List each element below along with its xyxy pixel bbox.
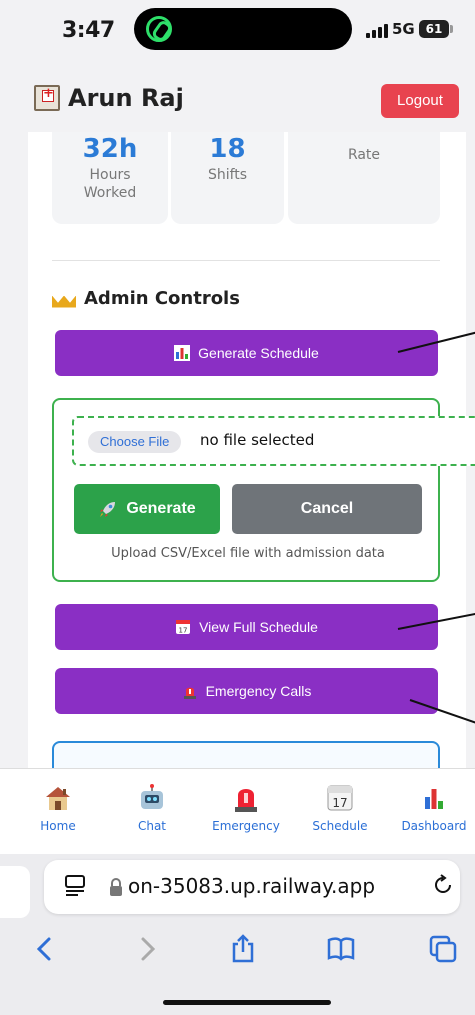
rocket-icon (100, 502, 116, 517)
brand: Arun Raj (34, 84, 184, 112)
choose-file-button[interactable]: Choose File (88, 431, 182, 453)
status-bar: 3:47 5G 61 (0, 0, 475, 62)
divider (52, 260, 440, 261)
tab-schedule[interactable]: 17 Schedule (300, 783, 380, 833)
tab-dashboard-label: Dashboard (401, 819, 467, 833)
reader-icon[interactable] (64, 874, 86, 896)
cancel-button[interactable]: Cancel (232, 484, 422, 534)
next-section-card (52, 741, 440, 768)
view-full-schedule-button[interactable]: 17 View Full Schedule (55, 604, 438, 650)
crown-icon (52, 290, 76, 308)
stat-rate-label: Rate (347, 147, 381, 163)
stat-hours-worked: 32h Hours Worked (52, 132, 168, 224)
calendar-day: 17 (179, 627, 188, 635)
bar-chart-icon (174, 345, 191, 361)
emergency-calls-label: Emergency Calls (205, 683, 312, 699)
stat-hours-label-2: Worked (83, 185, 137, 201)
reload-icon[interactable] (432, 874, 454, 896)
tab-chat-label: Chat (137, 819, 167, 833)
upload-hint: Upload CSV/Excel file with admission dat… (111, 546, 385, 561)
dashboard-card: 32h Hours Worked 18 Shifts Rate Admin Co… (28, 132, 475, 768)
upload-panel: Choose File no file selected Generate Ca… (52, 398, 475, 582)
generate-schedule-label: Generate Schedule (198, 345, 319, 361)
tab-emergency[interactable]: Emergency (206, 783, 286, 833)
file-drop-zone[interactable]: Choose File no file selected (72, 416, 475, 466)
tab-dashboard[interactable]: Dashboard (394, 783, 474, 833)
stat-rate: Rate (288, 132, 440, 224)
tab-chat[interactable]: Chat (112, 783, 192, 833)
bookmarks-icon[interactable] (326, 934, 356, 964)
view-full-schedule-label: View Full Schedule (199, 619, 318, 635)
dynamic-island (134, 8, 352, 50)
tab-home-label: Home (40, 819, 76, 833)
stat-hours-label-1: Hours (89, 167, 131, 183)
url-text: on-35083.up.railway.app (128, 874, 376, 898)
generate-label: Generate (126, 500, 196, 517)
user-name: Arun Raj (68, 84, 184, 112)
network-type: 5G (392, 20, 415, 38)
signal-icon (366, 24, 388, 38)
calendar-icon: 17 (176, 620, 191, 635)
bottom-tab-bar: Home Chat Emergency 17 Schedule Dashboar… (0, 768, 475, 854)
app-header: Arun Raj Logout (0, 62, 475, 132)
address-bar[interactable]: on-35083.up.railway.app (44, 860, 460, 914)
siren-icon (183, 687, 196, 699)
main-content[interactable]: 32h Hours Worked 18 Shifts Rate Admin Co… (0, 132, 475, 768)
tab-home[interactable]: Home (18, 783, 98, 833)
admin-controls-label: Admin Controls (84, 288, 240, 309)
stat-hours-value: 32h (82, 134, 138, 164)
generate-schedule-button[interactable]: Generate Schedule (55, 330, 438, 376)
back-icon[interactable] (30, 934, 60, 964)
siren-icon (235, 789, 257, 812)
house-icon (46, 787, 70, 810)
admin-controls-title: Admin Controls (52, 288, 240, 309)
app-activity-icon (146, 16, 172, 42)
generate-button[interactable]: Generate (74, 484, 220, 534)
battery-icon: 61 (419, 20, 453, 38)
hospital-icon (34, 85, 60, 111)
emergency-calls-button[interactable]: Emergency Calls (55, 668, 438, 714)
tabs-icon[interactable] (428, 934, 458, 964)
robot-icon (141, 784, 163, 809)
lock-icon (110, 878, 122, 896)
previous-tab-edge[interactable] (0, 866, 30, 918)
tab-emergency-label: Emergency (212, 819, 280, 833)
stat-shifts-label: Shifts (207, 167, 248, 183)
status-time: 3:47 (62, 18, 115, 43)
forward-icon[interactable] (132, 934, 162, 964)
calendar-day: 17 (332, 796, 347, 810)
stat-shifts: 18 Shifts (171, 132, 284, 224)
tab-schedule-label: Schedule (312, 819, 368, 833)
file-status: no file selected (200, 431, 315, 449)
browser-chrome: on-35083.up.railway.app (0, 854, 475, 1015)
calendar-icon: 17 (327, 785, 353, 811)
home-indicator (163, 1000, 331, 1005)
bar-chart-icon (422, 786, 446, 810)
stat-shifts-value: 18 (209, 134, 246, 164)
logout-button[interactable]: Logout (381, 84, 459, 118)
share-icon[interactable] (228, 934, 258, 964)
